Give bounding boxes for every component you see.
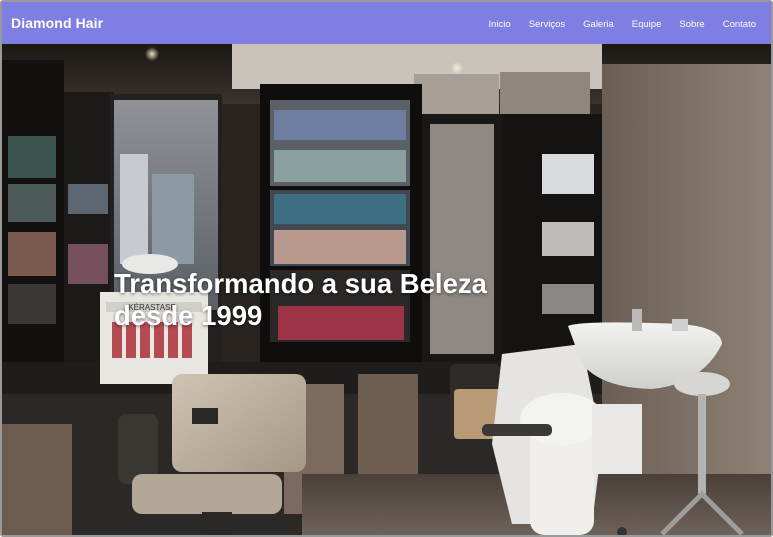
- nav-item-inicio: Inicio: [489, 14, 511, 32]
- nav-item-equipe: Equipe: [632, 14, 662, 32]
- nav-item-sobre: Sobre: [679, 14, 704, 32]
- hero-title-line1: Transformando a sua Beleza: [114, 268, 487, 299]
- nav-link-inicio[interactable]: Inicio: [489, 19, 511, 30]
- brand-logo-link[interactable]: Diamond Hair: [11, 15, 103, 31]
- hero-title: Transformando a sua Beleza desde 1999: [114, 268, 634, 332]
- nav-link-contato[interactable]: Contato: [723, 19, 756, 30]
- browser-viewport: Diamond Hair Inicio Serviços Galeria Equ…: [0, 0, 773, 537]
- navbar: Diamond Hair Inicio Serviços Galeria Equ…: [2, 2, 771, 44]
- nav-item-galeria: Galeria: [583, 14, 614, 32]
- nav-link-equipe[interactable]: Equipe: [632, 19, 662, 30]
- hero-title-line2: desde 1999: [114, 300, 263, 332]
- nav-link-sobre[interactable]: Sobre: [679, 19, 704, 30]
- nav-link-servicos[interactable]: Serviços: [529, 19, 565, 30]
- nav-link-galeria[interactable]: Galeria: [583, 19, 614, 30]
- hero-section: KÉRASTASE Transformando a sua Beleza des…: [2, 44, 771, 535]
- nav-menu: Inicio Serviços Galeria Equipe Sobre Con…: [489, 14, 756, 32]
- nav-item-servicos: Serviços: [529, 14, 565, 32]
- nav-item-contato: Contato: [723, 14, 756, 32]
